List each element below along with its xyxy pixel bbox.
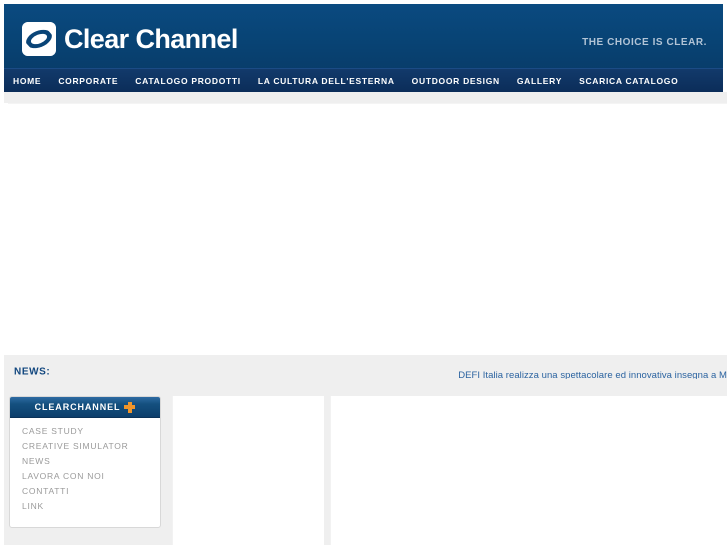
page-left-margin [0,0,4,545]
main-navigation: HOME CORPORATE CATALOGO PRODOTTI LA CULT… [4,68,723,92]
sidebar-header-title: CLEARCHANNEL [34,402,121,412]
news-label: NEWS: [14,366,51,377]
sidebar-item-creative-simulator[interactable]: CREATIVE SIMULATOR [10,439,160,454]
header-tagline: THE CHOICE IS CLEAR. [582,37,707,48]
sidebar-menu: CASE STUDY CREATIVE SIMULATOR NEWS LAVOR… [10,418,160,514]
site-header: Clear Channel THE CHOICE IS CLEAR. [4,4,723,68]
nav-item-catalogo-prodotti[interactable]: CATALOGO PRODOTTI [135,69,250,92]
orange-plus-icon [124,401,136,413]
sidebar-item-link[interactable]: LINK [10,499,160,514]
site-logo[interactable]: Clear Channel [22,22,238,56]
middle-content-panel [172,396,324,545]
sidebar-item-case-study[interactable]: CASE STUDY [10,424,160,439]
hero-banner-area [8,103,727,355]
page-root: Clear Channel THE CHOICE IS CLEAR. HOME … [0,0,727,545]
sidebar-item-news[interactable]: NEWS [10,454,160,469]
news-ticker-item[interactable]: DEFI Italia realizza una spettacolare ed… [458,370,727,379]
sidebar-item-contatti[interactable]: CONTATTI [10,484,160,499]
sidebar-item-lavora-con-noi[interactable]: LAVORA CON NOI [10,469,160,484]
brand-name: Clear Channel [64,24,238,54]
clearchannel-plus-sidebar: CLEARCHANNEL CASE STUDY CREATIVE SIMULAT… [9,396,161,528]
nav-item-home[interactable]: HOME [13,69,50,92]
sidebar-header: CLEARCHANNEL [10,397,160,418]
header-spacer [0,92,727,103]
nav-item-la-cultura-dellesterna[interactable]: LA CULTURA DELL'ESTERNA [258,69,404,92]
news-ticker-viewport: DEFI Italia realizza una spettacolare ed… [330,365,727,379]
page-top-margin [0,0,727,4]
nav-item-gallery[interactable]: GALLERY [517,69,571,92]
nav-item-outdoor-design[interactable]: OUTDOOR DESIGN [412,69,509,92]
right-content-panel [330,396,727,545]
clear-channel-swoosh-logo [22,22,56,56]
page-right-margin [723,0,727,92]
lower-content-area: CLEARCHANNEL CASE STUDY CREATIVE SIMULAT… [0,388,727,545]
nav-item-scarica-catalogo[interactable]: SCARICA CATALOGO [579,69,687,92]
news-ticker-bar: NEWS: DEFI Italia realizza una spettacol… [0,355,727,388]
nav-item-corporate[interactable]: CORPORATE [58,69,127,92]
